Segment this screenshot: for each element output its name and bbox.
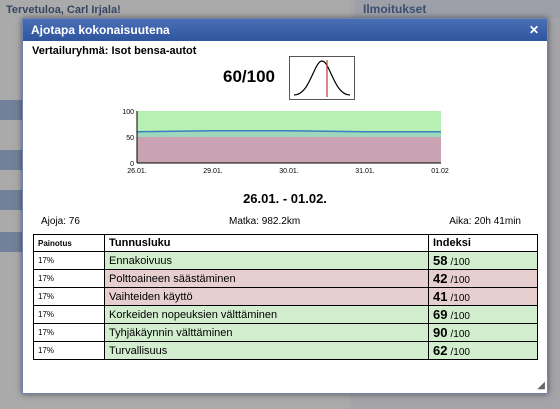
row-index-unit: /100	[450, 257, 470, 268]
col-metric: Tunnusluku	[104, 234, 429, 252]
row-index-unit: /100	[450, 275, 470, 286]
chart-x-tick: 31.01.	[355, 168, 375, 175]
trip-stats: Ajoja: 76 Matka: 982.2km Aika: 20h 41min	[41, 216, 521, 227]
overall-score: 60/100	[223, 67, 275, 86]
table-row: 17% Ennakoivuus 58 /100	[33, 251, 538, 270]
chart-y-tick: 50	[126, 135, 134, 142]
metrics-table: Painotus Tunnusluku Indeksi 17% Ennakoivu…	[33, 234, 538, 360]
row-index: 69 /100	[428, 305, 538, 324]
drive-time: Aika: 20h 41min	[449, 216, 521, 227]
close-icon[interactable]: ✕	[529, 23, 539, 37]
chart-y-tick: 100	[122, 109, 134, 116]
row-index: 62 /100	[428, 341, 538, 360]
row-metric-name: Vaihteiden käyttö	[104, 287, 429, 306]
score-distribution-icon	[289, 56, 355, 100]
row-metric-name: Tyhjäkäynnin välttäminen	[104, 323, 429, 342]
comparison-group-label: Vertailuryhmä: Isot bensa-autot	[32, 45, 197, 57]
row-index-value: 58	[433, 253, 448, 268]
chart-x-tick: 30.01.	[279, 168, 299, 175]
table-row: 17% Turvallisuus 62 /100	[33, 341, 538, 360]
row-index: 90 /100	[428, 323, 538, 342]
row-weight: 17%	[33, 305, 105, 324]
chart-x-tick: 01.02.	[431, 168, 449, 175]
row-index-value: 41	[433, 289, 448, 304]
dialog-titlebar[interactable]: Ajotapa kokonaisuutena ✕	[23, 19, 547, 41]
row-index-value: 69	[433, 307, 448, 322]
col-weight: Painotus	[33, 234, 105, 252]
row-index-value: 62	[433, 343, 448, 358]
chart-x-tick: 26.01.	[127, 168, 147, 175]
row-index-unit: /100	[450, 329, 470, 340]
row-metric-name: Korkeiden nopeuksien välttäminen	[104, 305, 429, 324]
chart-series-area	[137, 130, 441, 163]
row-index-unit: /100	[450, 293, 470, 304]
row-index-value: 42	[433, 271, 448, 286]
row-weight: 17%	[33, 251, 105, 270]
table-row: 17% Tyhjäkäynnin välttäminen 90 /100	[33, 323, 538, 342]
table-row: 17% Vaihteiden käyttö 41 /100	[33, 287, 538, 306]
resize-handle-icon[interactable]: ◢	[537, 380, 545, 391]
row-index: 41 /100	[428, 287, 538, 306]
row-metric-name: Ennakoivuus	[104, 251, 429, 270]
chart-x-tick: 29.01.	[203, 168, 223, 175]
chart-y-tick: 0	[130, 161, 134, 168]
row-weight: 17%	[33, 323, 105, 342]
index-chart: 0 50 100 26.01. 29.01. 30.01. 31.01. 01.02.	[122, 109, 449, 175]
table-row: 17% Korkeiden nopeuksien välttäminen 69 /1…	[33, 305, 538, 324]
col-index: Indeksi	[428, 234, 538, 252]
trip-count: Ajoja: 76	[41, 216, 80, 227]
row-metric-name: Polttoaineen säästäminen	[104, 269, 429, 288]
table-row: 17% Polttoaineen säästäminen 42 /100	[33, 269, 538, 288]
row-index: 42 /100	[428, 269, 538, 288]
row-weight: 17%	[33, 341, 105, 360]
row-index-unit: /100	[450, 311, 470, 322]
row-index-unit: /100	[450, 347, 470, 358]
distance: Matka: 982.2km	[229, 216, 301, 227]
row-index: 58 /100	[428, 251, 538, 270]
row-weight: 17%	[33, 287, 105, 306]
row-metric-name: Turvallisuus	[104, 341, 429, 360]
date-range: 26.01. - 01.02.	[243, 191, 327, 206]
dialog-title: Ajotapa kokonaisuutena	[31, 23, 170, 37]
row-weight: 17%	[33, 269, 105, 288]
row-index-value: 90	[433, 325, 448, 340]
driving-style-dialog: Ajotapa kokonaisuutena ✕ Vertailuryhmä: …	[22, 18, 548, 394]
